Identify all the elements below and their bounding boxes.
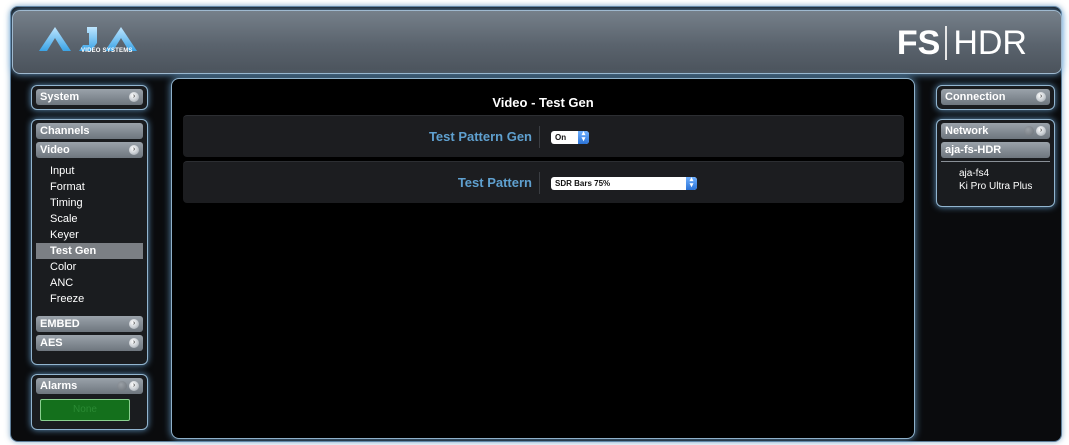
network-header[interactable]: Network › — [941, 123, 1050, 139]
embed-menu-button[interactable]: EMBED › — [36, 316, 143, 332]
alarm-status-indicator: None — [40, 399, 130, 421]
nav-item-timing[interactable]: Timing — [36, 195, 143, 211]
nav-item-test-gen[interactable]: Test Gen — [36, 243, 143, 259]
nav-item-freeze[interactable]: Freeze — [36, 291, 143, 307]
test-pattern-select[interactable]: SDR Bars 75% ▴ ▾ — [551, 176, 697, 190]
product-separator — [945, 26, 948, 60]
channels-header: Channels — [36, 123, 143, 139]
nav-item-anc[interactable]: ANC — [36, 275, 143, 291]
connection-label: Connection — [945, 91, 1006, 103]
divider — [539, 172, 540, 194]
param-row-test-pattern-gen: Test Pattern Gen On ▴ ▾ — [183, 115, 904, 157]
nav-item-scale[interactable]: Scale — [36, 211, 143, 227]
network-label: Network — [945, 125, 989, 137]
nav-item-color[interactable]: Color — [36, 259, 143, 275]
select-arrow-icon: ▴ ▾ — [578, 130, 589, 144]
select-value: On — [555, 133, 567, 142]
param-label: Test Pattern Gen — [428, 129, 532, 144]
settings-icon[interactable] — [117, 381, 127, 391]
device-link-ki-pro-ultra-plus[interactable]: Ki Pro Ultra Plus — [941, 180, 1050, 193]
aes-label: AES — [40, 337, 63, 349]
alarms-panel: Alarms › None — [31, 374, 148, 430]
param-row-test-pattern: Test Pattern SDR Bars 75% ▴ ▾ — [183, 161, 904, 203]
expand-icon[interactable]: › — [129, 381, 139, 391]
embed-label: EMBED — [40, 318, 80, 330]
aes-menu-button[interactable]: AES › — [36, 335, 143, 351]
alarms-label: Alarms — [40, 380, 78, 392]
current-device-label: aja-fs-HDR — [945, 144, 1002, 156]
nav-item-input[interactable]: Input — [36, 163, 143, 179]
connection-menu-button[interactable]: Connection › — [941, 89, 1050, 105]
current-device: aja-fs-HDR — [941, 142, 1050, 158]
param-label: Test Pattern — [457, 175, 532, 190]
video-label: Video — [40, 144, 70, 156]
connection-panel: Connection › — [936, 85, 1055, 110]
product-name: FS HDR — [897, 23, 1027, 63]
main-content: Video - Test Gen Test Pattern Gen On ▴ ▾ … — [171, 78, 915, 439]
nav-item-keyer[interactable]: Keyer — [36, 227, 143, 243]
select-arrow-icon: ▴ ▾ — [686, 176, 697, 190]
settings-icon[interactable] — [1024, 126, 1034, 136]
product-brand: FS — [896, 24, 941, 62]
network-panel: Network › aja-fs-HDR aja-fs4 Ki Pro Ultr… — [936, 119, 1055, 207]
system-label: System — [40, 91, 80, 103]
divider — [539, 126, 540, 148]
expand-icon[interactable]: › — [1036, 92, 1046, 102]
video-menu-button[interactable]: Video › — [36, 142, 143, 158]
alarms-header[interactable]: Alarms › — [36, 378, 143, 394]
test-pattern-gen-select[interactable]: On ▴ ▾ — [551, 130, 589, 144]
divider — [941, 161, 1050, 162]
expand-icon[interactable]: › — [1036, 126, 1046, 136]
page-title: Video - Test Gen — [492, 95, 594, 110]
select-value: SDR Bars 75% — [555, 179, 611, 188]
device-link-aja-fs4[interactable]: aja-fs4 — [941, 167, 1050, 180]
product-model: HDR — [953, 24, 1027, 62]
aja-logo — [35, 23, 175, 63]
collapse-icon[interactable]: › — [129, 145, 139, 155]
channels-panel: Channels Video › Input Format Timing Sca… — [31, 119, 148, 365]
system-menu-button[interactable]: System › — [36, 89, 143, 105]
expand-icon[interactable]: › — [129, 338, 139, 348]
expand-icon[interactable]: › — [129, 319, 139, 329]
system-panel: System › — [31, 85, 148, 110]
header-bar: VIDEO SYSTEMS FS HDR — [12, 10, 1062, 74]
logo-subtext: VIDEO SYSTEMS — [81, 48, 133, 54]
nav-item-format[interactable]: Format — [36, 179, 143, 195]
expand-icon[interactable]: › — [129, 92, 139, 102]
channels-label: Channels — [40, 125, 90, 137]
